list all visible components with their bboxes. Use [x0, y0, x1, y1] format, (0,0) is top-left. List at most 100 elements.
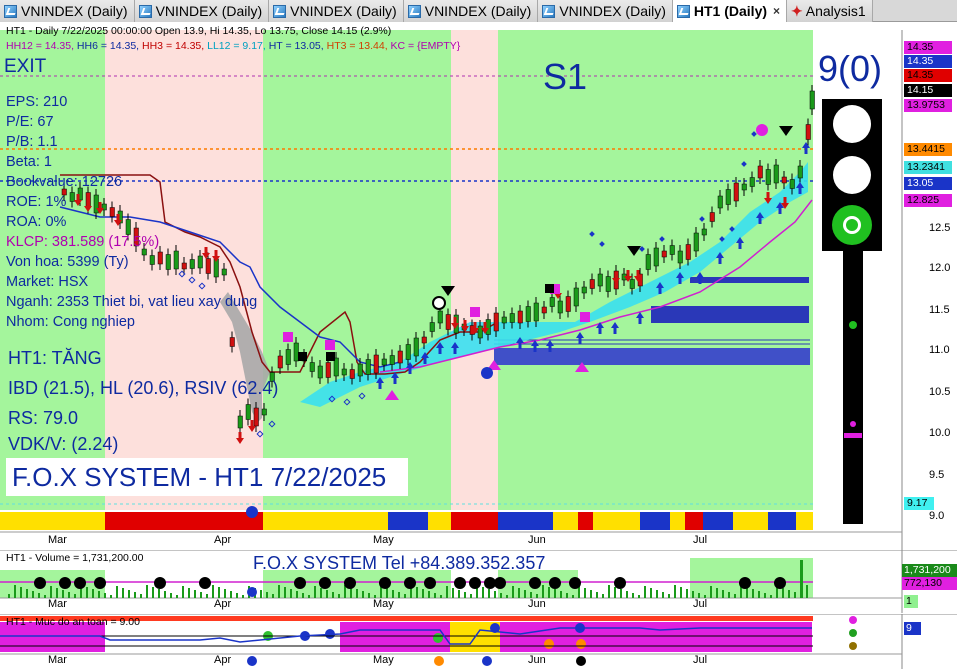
trend-strip-segment — [733, 512, 768, 530]
x-tick-label: Apr — [214, 654, 232, 666]
candle-body — [809, 90, 815, 110]
circle-marker — [482, 656, 492, 666]
chart-icon — [407, 4, 421, 18]
volume-bar — [140, 594, 142, 598]
circle-marker — [756, 124, 768, 136]
tab-1[interactable]: VNINDEX (Daily) — [134, 0, 270, 22]
volume-bar — [590, 590, 592, 598]
x-tick-label: Mar — [48, 534, 67, 546]
volume-bar — [728, 592, 730, 598]
volume-bar — [602, 594, 604, 598]
volume-bar — [434, 593, 436, 598]
contact-telephone: F.O.X SYSTEM Tel +84.389.352.357 — [253, 553, 546, 573]
circle-marker — [434, 656, 444, 666]
volume-bar — [500, 593, 502, 598]
candle-body — [181, 262, 187, 270]
candle-body — [389, 355, 395, 365]
circle-marker — [481, 367, 493, 379]
tab-3[interactable]: VNINDEX (Daily) — [403, 0, 539, 22]
price-tag: 12.825 — [904, 194, 952, 207]
circle-marker — [549, 577, 561, 589]
candle-body — [341, 368, 347, 376]
volume-bar — [470, 594, 472, 598]
volume-bar — [44, 595, 46, 598]
tab-5[interactable]: HT1 (Daily) × — [672, 0, 788, 22]
tab-0[interactable]: VNINDEX (Daily) — [0, 0, 135, 22]
y-tick-label: 9.0 — [929, 510, 945, 522]
volume-bar — [518, 588, 520, 598]
y-tick-label: 9.5 — [929, 469, 945, 481]
tab-2[interactable]: VNINDEX (Daily) — [269, 0, 404, 22]
volume-bar — [20, 587, 22, 598]
volume-bar — [200, 592, 202, 598]
volume-bar — [206, 594, 208, 598]
candle-body — [805, 124, 811, 140]
system-title: F.O.X SYSTEM - HT1 7/22/2025 — [6, 458, 408, 496]
volume-bar — [176, 595, 178, 598]
circle-marker — [432, 296, 446, 310]
candle-body — [781, 176, 787, 184]
stat-item: HT1: TĂNG — [8, 348, 102, 368]
circle-marker — [59, 577, 71, 589]
volume-bar — [278, 585, 280, 598]
safety-level-panel[interactable]: HT1 - Muc do an toan = 9.00 9 Mar Apr May J… — [0, 614, 957, 669]
tab-6[interactable]: ✦ Analysis1 — [787, 0, 873, 22]
candle-body — [509, 313, 515, 323]
candle-body — [197, 255, 203, 269]
volume-bar — [506, 595, 508, 598]
circle-marker — [379, 577, 391, 589]
volume-bar — [596, 592, 598, 598]
volume-bar — [98, 591, 100, 598]
tab-4[interactable]: VNINDEX (Daily) — [538, 0, 673, 22]
trend-strip-segment — [553, 512, 578, 530]
volume-bar — [290, 589, 292, 598]
trend-strip-segment — [0, 512, 105, 530]
volume-bar — [386, 588, 388, 598]
trend-strip-segment — [768, 512, 796, 530]
volume-bar — [680, 587, 682, 598]
volume-bar — [686, 589, 688, 598]
volume-bar — [674, 585, 676, 598]
safety-canvas[interactable] — [0, 614, 957, 669]
y-tick-label: 11.0 — [929, 344, 950, 356]
trend-strip-segment — [593, 512, 640, 530]
candle-body — [413, 337, 419, 357]
volume-bar — [614, 587, 616, 598]
close-icon[interactable]: × — [773, 4, 780, 18]
candle-body — [213, 258, 219, 278]
circle-marker — [404, 577, 416, 589]
volume-bar — [542, 585, 544, 598]
volume-bar — [170, 593, 172, 598]
candle-body — [189, 259, 195, 269]
volume-bar — [422, 589, 424, 598]
candle-body — [757, 165, 763, 179]
x-tick-label: Mar — [48, 654, 67, 666]
trend-strip-segment — [640, 512, 670, 530]
y-tick-label: 12.0 — [929, 262, 951, 274]
volume-bar — [236, 593, 238, 598]
price-tag: 13.05 — [904, 177, 952, 190]
volume-panel[interactable]: HT1 - Volume = 1,731,200.00 F.O.X SYSTEM… — [0, 550, 957, 613]
volume-bar — [110, 595, 112, 598]
candle-body — [437, 310, 443, 324]
volume-bar — [650, 588, 652, 598]
candle-body — [725, 189, 731, 205]
circle-marker — [576, 656, 586, 666]
tab-label: VNINDEX (Daily) — [155, 3, 263, 19]
tab-label: VNINDEX (Daily) — [290, 3, 397, 19]
candle-body — [565, 296, 571, 312]
volume-bar — [362, 591, 364, 598]
candle-body — [797, 165, 803, 179]
candle-body — [733, 182, 739, 202]
volume-bar — [404, 594, 406, 598]
support-zone — [690, 277, 809, 283]
candle-body — [645, 254, 651, 270]
volume-bar — [314, 586, 316, 598]
volume-bar — [572, 595, 574, 598]
circle-marker — [247, 656, 257, 666]
candle-body — [477, 325, 483, 339]
square-marker — [298, 352, 307, 361]
price-chart-panel[interactable]: HT1 - Daily 7/22/2025 00:00:00 Open 13.9… — [0, 22, 957, 550]
level-value: HH3 = 14.35, — [142, 40, 208, 52]
fundamental-item: P/B: 1.1 — [6, 134, 58, 150]
